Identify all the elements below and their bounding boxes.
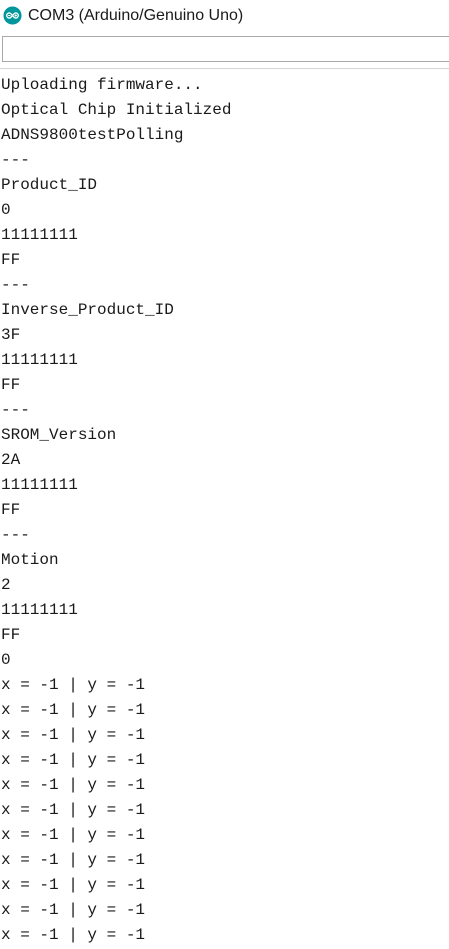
serial-line: x = -1 | y = -1 bbox=[1, 776, 146, 794]
serial-line: --- bbox=[1, 276, 30, 294]
serial-output-area[interactable]: Uploading firmware... Optical Chip Initia… bbox=[0, 73, 449, 949]
serial-send-input[interactable] bbox=[2, 36, 449, 62]
send-bar bbox=[0, 34, 449, 68]
serial-line: x = -1 | y = -1 bbox=[1, 901, 146, 919]
serial-line: x = -1 | y = -1 bbox=[1, 801, 146, 819]
serial-line: FF bbox=[1, 376, 21, 394]
serial-line: --- bbox=[1, 401, 30, 419]
serial-line: --- bbox=[1, 526, 30, 544]
serial-line: --- bbox=[1, 151, 30, 169]
serial-line: x = -1 | y = -1 bbox=[1, 726, 146, 744]
serial-line: x = -1 | y = -1 bbox=[1, 851, 146, 869]
serial-line: 3F bbox=[1, 326, 21, 344]
serial-line: Product_ID bbox=[1, 176, 98, 194]
serial-line: Motion bbox=[1, 551, 59, 569]
serial-line: 2A bbox=[1, 451, 21, 469]
serial-line: x = -1 | y = -1 bbox=[1, 826, 146, 844]
serial-line: x = -1 | y = -1 bbox=[1, 876, 146, 894]
divider bbox=[0, 68, 449, 69]
window-title: COM3 (Arduino/Genuino Uno) bbox=[28, 7, 244, 24]
serial-line: FF bbox=[1, 251, 21, 269]
serial-line: Optical Chip Initialized bbox=[1, 101, 232, 119]
serial-line: x = -1 | y = -1 bbox=[1, 926, 146, 944]
serial-line: 11111111 bbox=[1, 226, 78, 244]
serial-line: 11111111 bbox=[1, 601, 78, 619]
serial-line: Uploading firmware... bbox=[1, 76, 203, 94]
serial-line: Inverse_Product_ID bbox=[1, 301, 174, 319]
arduino-logo-icon bbox=[3, 6, 22, 25]
serial-line: x = -1 | y = -1 bbox=[1, 751, 146, 769]
serial-line: 11111111 bbox=[1, 476, 78, 494]
serial-line: ADNS9800testPolling bbox=[1, 126, 184, 144]
serial-line: 2 bbox=[1, 576, 11, 594]
serial-line: 11111111 bbox=[1, 351, 78, 369]
serial-line: x = -1 | y = -1 bbox=[1, 701, 146, 719]
serial-line: 0 bbox=[1, 201, 11, 219]
window-titlebar: COM3 (Arduino/Genuino Uno) bbox=[0, 0, 449, 34]
serial-line: SROM_Version bbox=[1, 426, 117, 444]
serial-line: x = -1 | y = -1 bbox=[1, 676, 146, 694]
serial-line: FF bbox=[1, 501, 21, 519]
serial-line: FF bbox=[1, 626, 21, 644]
serial-line: 0 bbox=[1, 651, 11, 669]
